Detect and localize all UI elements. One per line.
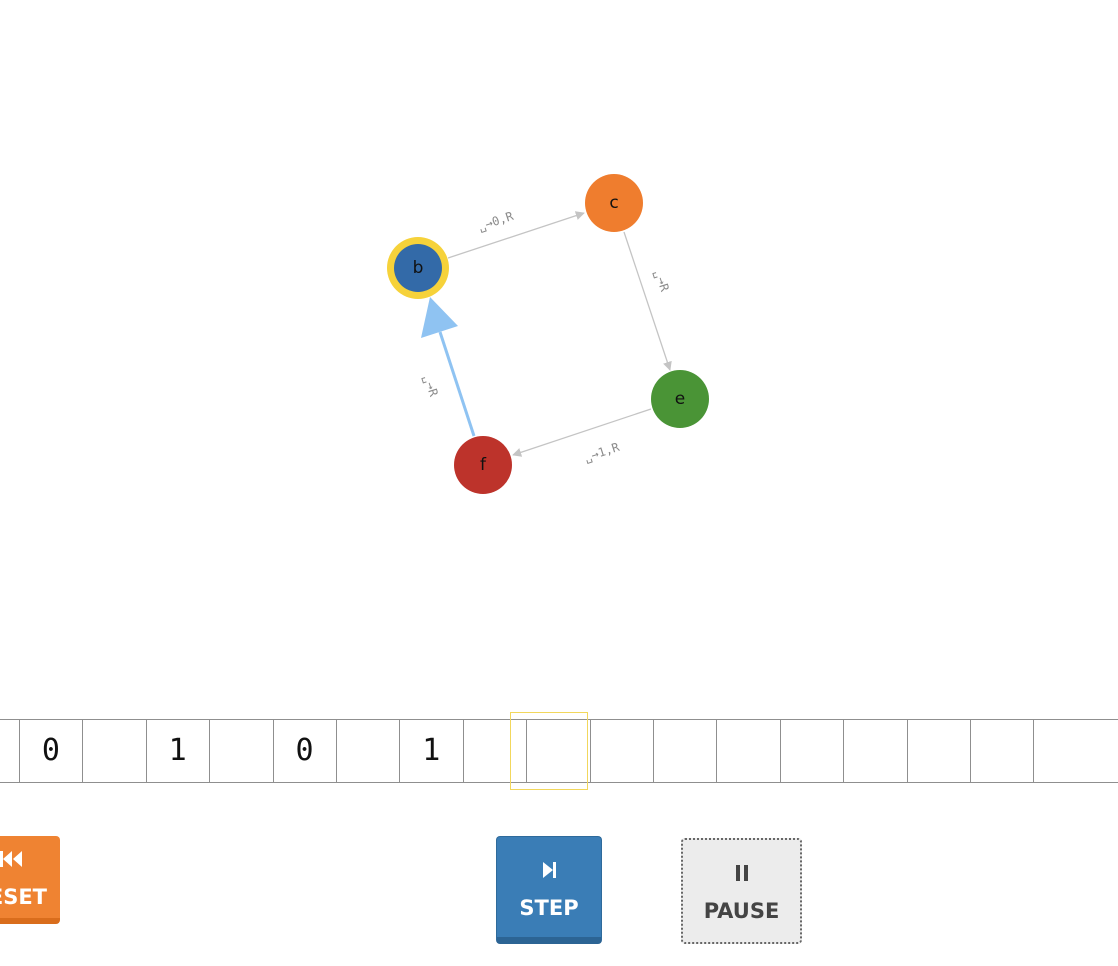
state-label-e: e bbox=[675, 389, 685, 409]
tape-cell bbox=[0, 720, 19, 782]
tape-cell bbox=[652, 720, 716, 782]
edge-e-f: ␣→1,R bbox=[512, 408, 652, 465]
tape-cell bbox=[716, 720, 779, 782]
tape-cell bbox=[779, 720, 843, 782]
state-label-c: c bbox=[609, 193, 618, 213]
edge-label-f-b: ␣→R bbox=[421, 373, 441, 399]
tape-cell bbox=[906, 720, 970, 782]
tape-cell bbox=[969, 720, 1033, 782]
tape-cell bbox=[1033, 720, 1096, 782]
tape-cell: 0 bbox=[18, 720, 82, 782]
step-icon bbox=[497, 859, 601, 887]
edge-label-c-e: ␣→R bbox=[652, 268, 672, 294]
tape-cell: 1 bbox=[145, 720, 209, 782]
state-node-c[interactable]: c bbox=[585, 174, 643, 232]
state-node-f[interactable]: f bbox=[454, 436, 512, 494]
edge-c-e: ␣→R bbox=[623, 231, 672, 371]
reset-label: ESET bbox=[0, 885, 47, 909]
tape: 0 1 0 1 bbox=[0, 719, 1118, 783]
pause-icon bbox=[683, 862, 800, 890]
state-diagram: ␣→0,R ␣→R ␣→1,R ␣→R b c e f bbox=[387, 174, 709, 494]
tape-cell bbox=[335, 720, 399, 782]
tape-cell bbox=[209, 720, 272, 782]
tape-cell bbox=[82, 720, 145, 782]
reset-icon bbox=[0, 848, 60, 876]
edge-label-e-f: ␣→1,R bbox=[582, 440, 621, 465]
tape-cell bbox=[462, 720, 526, 782]
state-label-f: f bbox=[480, 455, 487, 475]
edge-f-b: ␣→R bbox=[421, 297, 476, 437]
edge-label-b-c: ␣→0,R bbox=[476, 209, 515, 234]
pause-label: PAUSE bbox=[703, 899, 780, 923]
edge-b-c: ␣→0,R bbox=[447, 209, 585, 259]
tape-cell: 0 bbox=[272, 720, 336, 782]
reset-button[interactable]: ESET bbox=[0, 836, 60, 924]
tape-cell bbox=[843, 720, 906, 782]
tape-cell: 1 bbox=[399, 720, 462, 782]
step-label: STEP bbox=[519, 896, 579, 920]
tape-cell bbox=[526, 720, 589, 782]
turing-machine-view: ␣→0,R ␣→R ␣→1,R ␣→R b c e f 0 1 0 1 SET … bbox=[0, 0, 1118, 966]
step-button[interactable]: STEP bbox=[496, 836, 602, 944]
state-node-e[interactable]: e bbox=[651, 370, 709, 428]
active-arrowhead bbox=[421, 297, 458, 338]
state-label-b: b bbox=[413, 258, 424, 278]
tape-cell bbox=[589, 720, 653, 782]
state-node-b[interactable]: b bbox=[387, 237, 449, 299]
pause-button[interactable]: PAUSE bbox=[681, 838, 802, 944]
